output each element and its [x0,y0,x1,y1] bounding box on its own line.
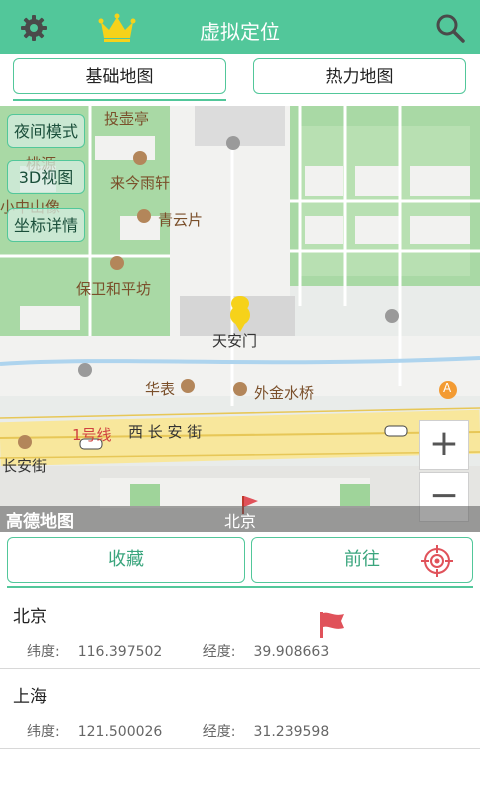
lat-label: 纬度: [27,644,60,660]
lat-value: 116.397502 [77,644,163,660]
map-label: 保卫和平坊 [76,280,152,298]
map-label: 外金水桥 [254,384,315,402]
map-view[interactable]: 投壶亭 桃源 来今雨轩 小中山像 青云片 保卫和平坊 天安门 华表 外金水桥 1… [0,106,480,532]
location-name: 北京 [13,607,47,627]
app-header: 虚拟定位 [0,0,480,54]
map-label: 西 长 安 街 [128,423,203,441]
map-type-tabs: 基础地图 热力地图 [0,54,480,104]
zoom-in-button[interactable]: + [419,420,469,470]
search-icon[interactable] [434,12,466,44]
3d-view-button[interactable]: 3D视图 [7,160,85,194]
favorite-button[interactable]: 收藏 [7,537,245,583]
lng-value: 31.239598 [253,724,330,740]
action-bar: 收藏 前往 [0,532,480,588]
map-label: A [443,381,452,395]
list-item[interactable]: 上海 纬度: 121.500026 经度: 31.239598 [0,669,480,749]
city-label: 北京 [223,512,256,531]
map-label: 投壶亭 [104,110,150,128]
map-label: 华表 [145,380,176,398]
lat-value: 121.500026 [77,724,163,740]
lat-label: 纬度: [27,724,60,740]
map-label: 1号线 [72,426,112,444]
go-button-label: 前往 [344,549,380,570]
map-label: 青云片 [158,211,204,229]
tab-basic-map[interactable]: 基础地图 [13,58,226,94]
action-divider [7,586,473,588]
lng-label: 经度: [202,644,236,660]
page-title: 虚拟定位 [200,20,280,44]
night-mode-button[interactable]: 夜间模式 [7,114,85,148]
map-label: 来今雨轩 [110,174,171,192]
location-name: 上海 [13,687,47,707]
list-item[interactable]: 北京 纬度: 116.397502 经度: 39.908663 [0,589,480,669]
marker-label: 天安门 [212,332,258,350]
lng-value: 39.908663 [253,644,330,660]
go-button[interactable]: 前往 [251,537,473,583]
location-coords: 纬度: 116.397502 经度: 39.908663 [27,641,365,661]
location-coords: 纬度: 121.500026 经度: 31.239598 [27,721,365,741]
tab-indicator [13,99,226,101]
lng-label: 经度: [202,724,236,740]
map-label: 长安街 [2,457,48,475]
crosshair-icon [421,545,453,577]
coordinate-details-button[interactable]: 坐标详情 [7,208,85,242]
flag-icon[interactable] [316,609,348,641]
tab-heat-map[interactable]: 热力地图 [253,58,466,94]
